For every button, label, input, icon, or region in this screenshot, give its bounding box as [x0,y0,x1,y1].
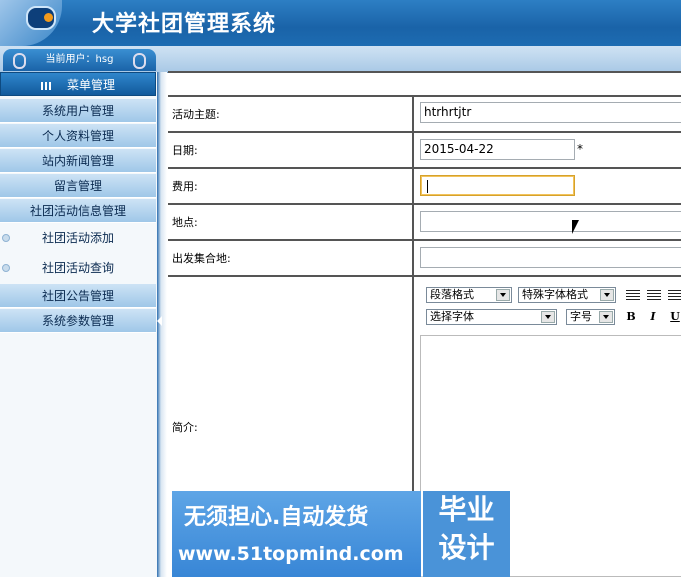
mouse-cursor-icon [572,220,579,234]
menu-header[interactable]: 菜单管理 [0,72,156,96]
text-caret [427,180,428,193]
binder-ring-icon [13,53,26,69]
sidebar-subitem-label: 社团活动查询 [41,261,114,275]
sidebar-item-announcements[interactable]: 社团公告管理 [0,284,156,308]
watermark-line1: 无须担心.自动发货 [184,505,369,530]
menu-header-label: 菜单管理 [66,78,115,92]
fee-label: 费用: [168,169,414,203]
location-input[interactable] [420,211,681,232]
font-size-value: 字号 [570,310,592,323]
font-select-value: 选择字体 [430,310,474,323]
location-cell [416,205,681,239]
binder-ring-icon [133,53,146,69]
italic-button[interactable]: I [644,308,662,326]
sidebar-item-profile[interactable]: 个人资料管理 [0,124,156,148]
topic-input[interactable]: htrhrtjtr [420,102,681,123]
topic-label: 活动主题: [168,97,414,131]
collapse-arrow-icon[interactable] [157,316,162,326]
form-row-topic: 活动主题: htrhrtjtr [168,97,681,133]
sidebar: 菜单管理 系统用户管理 个人资料管理 站内新闻管理 留言管理 社团活动信息管理 … [0,72,159,577]
fee-input[interactable] [420,175,575,196]
fee-cell [416,169,681,203]
sidebar-item-activity-info[interactable]: 社团活动信息管理 [0,199,156,223]
special-font-format-select[interactable]: 特殊字体格式 [518,287,616,303]
bullet-arrow-icon [2,234,10,242]
sidebar-item-system-params[interactable]: 系统参数管理 [0,309,156,333]
form-row-location: 地点: [168,205,681,241]
chevron-down-icon [541,311,555,323]
sidebar-subitem-label: 社团活动添加 [41,231,114,245]
sidebar-item-messages[interactable]: 留言管理 [0,174,156,198]
current-user-tab: 当前用户：hsg [3,49,156,71]
date-label: 日期: [168,133,414,167]
app-header: 大学社团管理系统 [0,0,681,46]
font-select[interactable]: 选择字体 [426,309,557,325]
date-input[interactable]: 2015-04-22 [420,139,575,160]
date-cell: 2015-04-22 * [416,133,681,167]
watermark-banner: 无须担心.自动发货 www.51topmind.com [172,491,421,577]
watermark-badge-line1: 毕业 [438,493,495,526]
chevron-down-icon [496,289,510,301]
form-row-fee: 费用: [168,169,681,205]
form-row-date: 日期: 2015-04-22 * [168,133,681,169]
meeting-point-label: 出发集合地: [168,241,414,275]
menu-grid-icon [40,81,53,90]
align-right-icon[interactable] [668,290,681,300]
meeting-point-cell [416,241,681,275]
font-size-select[interactable]: 字号 [566,309,615,325]
form-top-blank [168,71,681,97]
logo [0,0,62,46]
topic-cell: htrhrtjtr [416,97,681,131]
watermark-badge-line2: 设计 [438,531,495,564]
paragraph-format-value: 段落格式 [430,288,474,301]
required-mark: * [577,142,583,156]
underline-button[interactable]: U [666,308,681,326]
watermark: 无须担心.自动发货 www.51topmind.com 毕业 设计 [170,491,510,577]
sidebar-subitem-activity-add[interactable]: 社团活动添加 [0,224,156,253]
current-user-label: 当前用户：hsg [45,54,114,65]
watermark-line2: www.51topmind.com [178,543,404,565]
logo-dot-icon [44,13,53,22]
form-row-meeting-point: 出发集合地: [168,241,681,277]
meeting-point-input[interactable] [420,247,681,268]
app-title: 大学社团管理系统 [92,11,277,37]
sidebar-subitem-activity-query[interactable]: 社团活动查询 [0,254,156,283]
sidebar-item-news[interactable]: 站内新闻管理 [0,149,156,173]
align-center-icon[interactable] [647,290,661,300]
bullet-arrow-icon [2,264,10,272]
watermark-badge: 毕业 设计 [423,491,510,577]
align-left-icon[interactable] [626,290,640,300]
logo-mark-icon [26,6,56,30]
sidebar-item-system-users[interactable]: 系统用户管理 [0,99,156,123]
special-font-format-value: 特殊字体格式 [522,288,588,301]
chevron-down-icon [600,289,614,301]
chevron-down-icon [599,311,613,323]
location-label: 地点: [168,205,414,239]
paragraph-format-select[interactable]: 段落格式 [426,287,512,303]
bold-button[interactable]: B [622,308,640,326]
